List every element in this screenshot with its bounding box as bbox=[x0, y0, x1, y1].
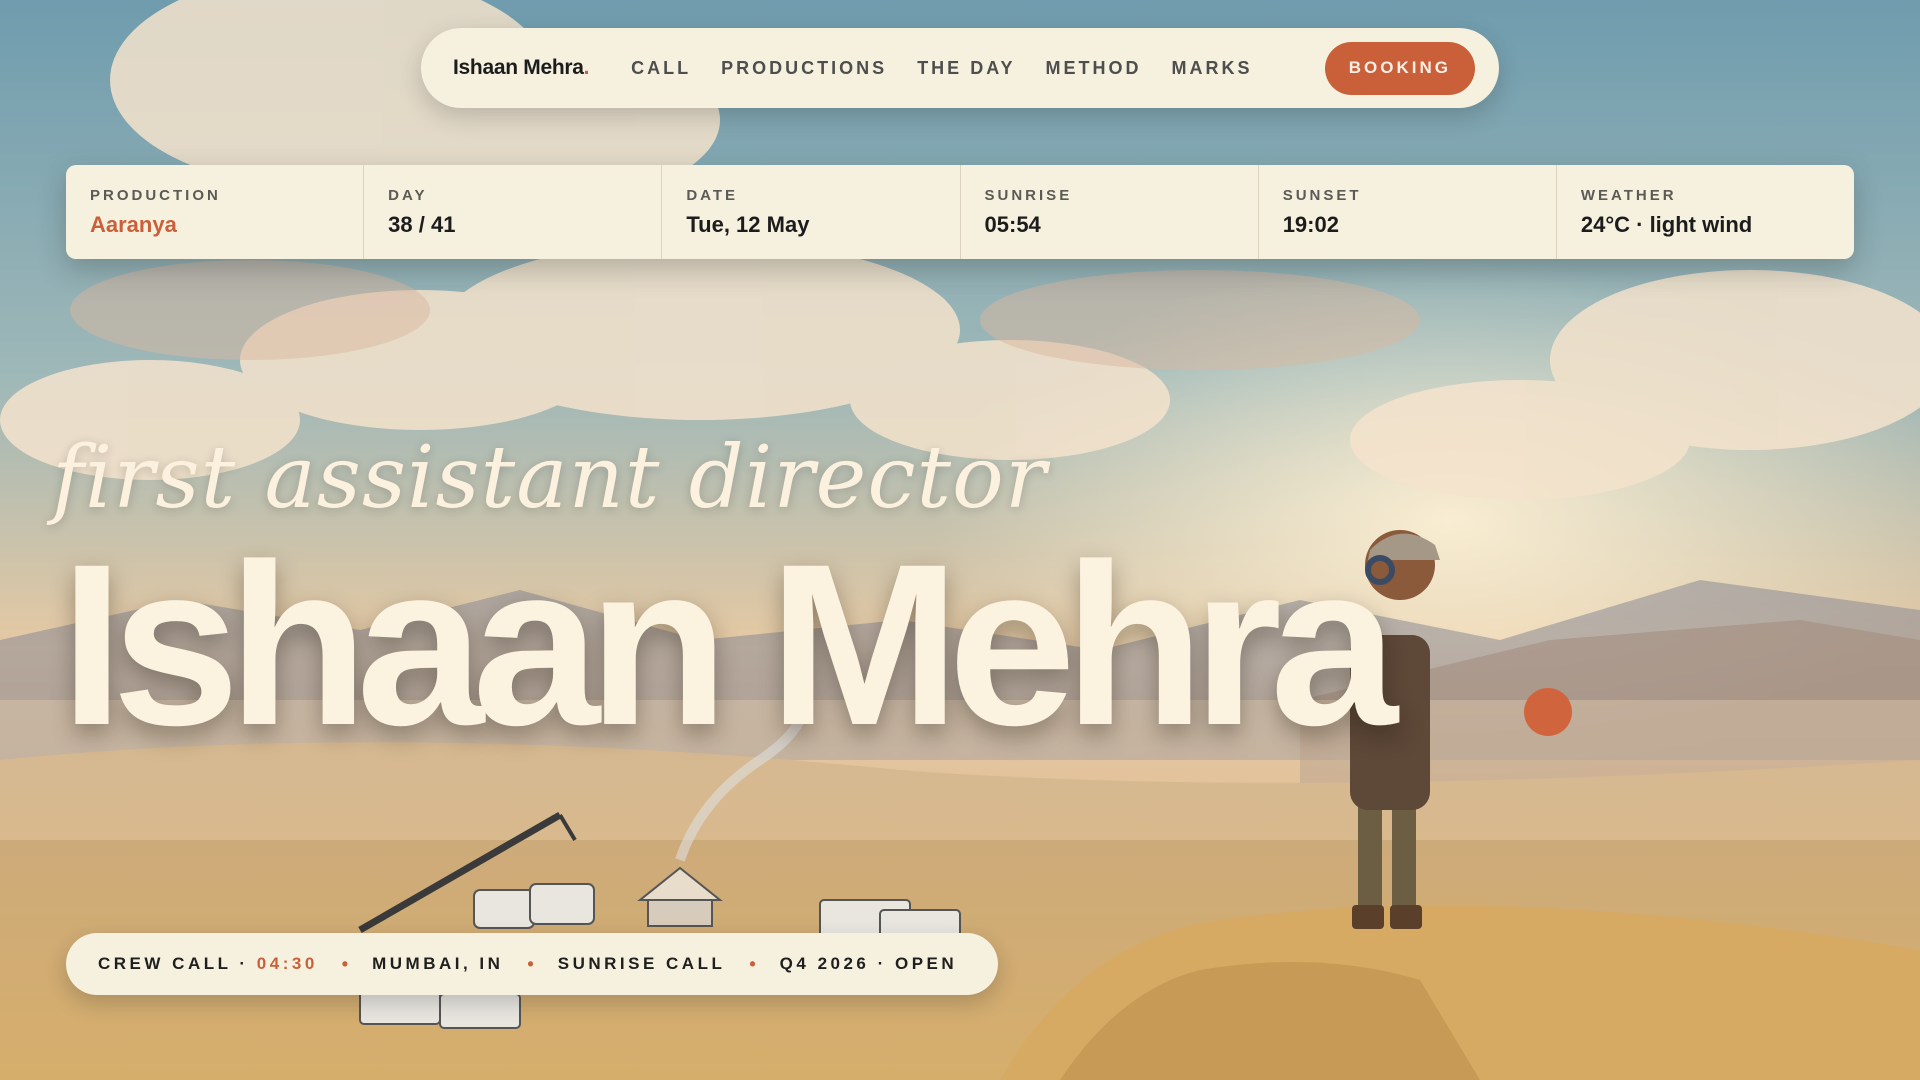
production-info-strip: PRODUCTION Aaranya DAY 38 / 41 DATE Tue,… bbox=[66, 165, 1854, 259]
info-value: Tue, 12 May bbox=[686, 212, 810, 237]
separator-dot: • bbox=[749, 953, 756, 974]
call-type: SUNRISE CALL bbox=[557, 954, 726, 973]
info-production: PRODUCTION Aaranya bbox=[66, 165, 365, 259]
info-label: SUNRISE bbox=[984, 187, 1073, 204]
nav-link-productions[interactable]: PRODUCTIONS bbox=[721, 58, 887, 79]
info-value: Aaranya bbox=[90, 212, 177, 237]
call-sheet-pill: CREW CALL · 04:30 • MUMBAI, IN • SUNRISE… bbox=[66, 933, 998, 995]
info-label: DATE bbox=[686, 187, 739, 204]
nav-link-call[interactable]: CALL bbox=[631, 58, 691, 79]
info-weather: WEATHER 24°C · light wind bbox=[1557, 165, 1854, 259]
info-label: SUNSET bbox=[1282, 187, 1362, 204]
booking-button[interactable]: BOOKING bbox=[1324, 41, 1475, 95]
crew-call: CREW CALL · 04:30 bbox=[98, 954, 318, 973]
info-day: DAY 38 / 41 bbox=[364, 165, 663, 259]
top-nav: Ishaan Mehra. CALL PRODUCTIONS THE DAY M… bbox=[421, 28, 1499, 108]
hero-name: Ishaan Mehra bbox=[60, 516, 1398, 773]
nav-link-method[interactable]: METHOD bbox=[1046, 58, 1142, 79]
info-date: DATE Tue, 12 May bbox=[662, 165, 961, 259]
accent-dot bbox=[1524, 688, 1572, 736]
nav-link-marks[interactable]: MARKS bbox=[1172, 58, 1253, 79]
info-label: PRODUCTION bbox=[90, 187, 221, 204]
info-label: WEATHER bbox=[1580, 187, 1677, 204]
availability: Q4 2026 · OPEN bbox=[779, 954, 958, 973]
brand-logo[interactable]: Ishaan Mehra. bbox=[453, 56, 589, 80]
location: MUMBAI, IN bbox=[372, 954, 504, 973]
separator-dot: • bbox=[527, 953, 534, 974]
separator-dot: • bbox=[341, 953, 349, 974]
nav-link-the-day[interactable]: THE DAY bbox=[917, 58, 1015, 79]
info-sunrise: SUNRISE 05:54 bbox=[961, 165, 1259, 259]
info-sunset: SUNSET 19:02 bbox=[1259, 165, 1557, 259]
hero-subtitle: first assistant director bbox=[52, 428, 1047, 528]
info-label: DAY bbox=[388, 187, 428, 204]
info-value: 19:02 bbox=[1282, 212, 1339, 237]
info-value: 24°C · light wind bbox=[1580, 212, 1753, 237]
info-value: 05:54 bbox=[984, 212, 1041, 237]
info-value: 38 / 41 bbox=[388, 212, 456, 237]
